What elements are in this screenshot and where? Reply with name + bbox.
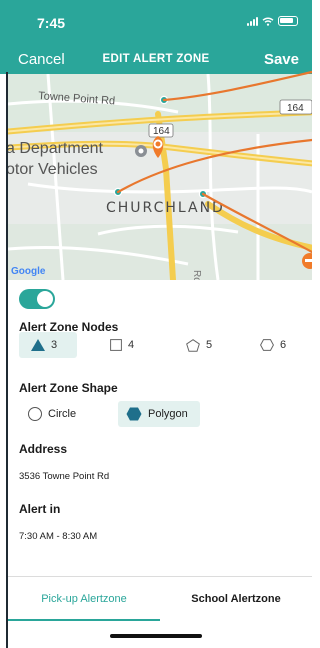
dmv-pin-icon — [135, 145, 147, 157]
square-icon — [110, 339, 122, 351]
alert-zone-settings: Alert Zone Nodes 3 4 5 6 Alert Zone Shap… — [8, 280, 312, 576]
alert-in-label: Alert in — [19, 502, 61, 516]
wifi-icon — [262, 17, 274, 26]
shape-option-polygon[interactable]: Polygon — [118, 401, 200, 427]
node-option-label: 5 — [206, 339, 213, 351]
save-button[interactable]: Save — [264, 51, 299, 68]
pentagon-icon — [186, 338, 200, 352]
header-bar: 7:45 Cancel EDIT ALERT ZONE Save — [0, 0, 312, 74]
home-indicator — [110, 634, 202, 638]
shape-option-circle[interactable]: Circle — [28, 401, 76, 427]
map-label-route: 164 — [153, 126, 170, 137]
map-canvas: Towne Point Rd 164 164 a Department otor… — [8, 74, 312, 280]
zone-node-marker[interactable] — [113, 187, 123, 197]
shape-option-label: Polygon — [148, 408, 188, 420]
bottom-tab-bar: Pick-up Alertzone School Alertzone — [8, 576, 312, 621]
triangle-icon — [31, 339, 45, 351]
status-icons — [247, 16, 298, 26]
node-option-label: 6 — [280, 339, 287, 351]
node-option-5[interactable]: 5 — [186, 332, 212, 358]
node-option-6[interactable]: 6 — [260, 332, 286, 358]
map-label-place-line2: otor Vehicles — [8, 161, 98, 178]
address-label: Address — [19, 442, 68, 456]
battery-icon — [278, 16, 298, 26]
tab-school-alertzone[interactable]: School Alertzone — [160, 577, 312, 621]
active-tab-indicator — [8, 619, 160, 621]
tab-label: School Alertzone — [191, 593, 281, 605]
left-edge-line — [6, 72, 8, 648]
map-label-road: Rd — [191, 270, 202, 280]
zone-node-marker[interactable] — [159, 95, 169, 105]
node-option-label: 3 — [51, 339, 58, 351]
map-label-neighborhood: CHURCHLAND — [106, 200, 225, 216]
signal-icon — [247, 16, 258, 26]
radio-circle-icon — [28, 407, 42, 421]
hexagon-icon — [260, 339, 274, 351]
app-screen: 7:45 Cancel EDIT ALERT ZONE Save Towne P… — [0, 0, 312, 648]
shape-label: Alert Zone Shape — [19, 381, 118, 395]
node-option-label: 4 — [128, 339, 135, 351]
node-option-4[interactable]: 4 — [110, 332, 134, 358]
map-label-place-line1: a Department — [8, 140, 103, 157]
alert-in-value[interactable]: 7:30 AM - 8:30 AM — [19, 531, 97, 542]
shape-option-label: Circle — [48, 408, 77, 420]
tab-label: Pick-up Alertzone — [41, 593, 127, 605]
alert-zone-toggle[interactable] — [19, 289, 55, 309]
zone-node-marker[interactable] — [198, 189, 208, 199]
node-option-3[interactable]: 3 — [19, 332, 77, 358]
tab-pickup-alertzone[interactable]: Pick-up Alertzone — [8, 577, 160, 621]
google-logo: Google — [11, 266, 46, 277]
status-time: 7:45 — [37, 15, 66, 31]
address-value[interactable]: 3536 Towne Point Rd — [19, 471, 109, 482]
map-view[interactable]: Towne Point Rd 164 164 a Department otor… — [8, 74, 312, 280]
polygon-filled-icon — [126, 407, 142, 421]
map-label-route-right: 164 — [287, 103, 304, 114]
